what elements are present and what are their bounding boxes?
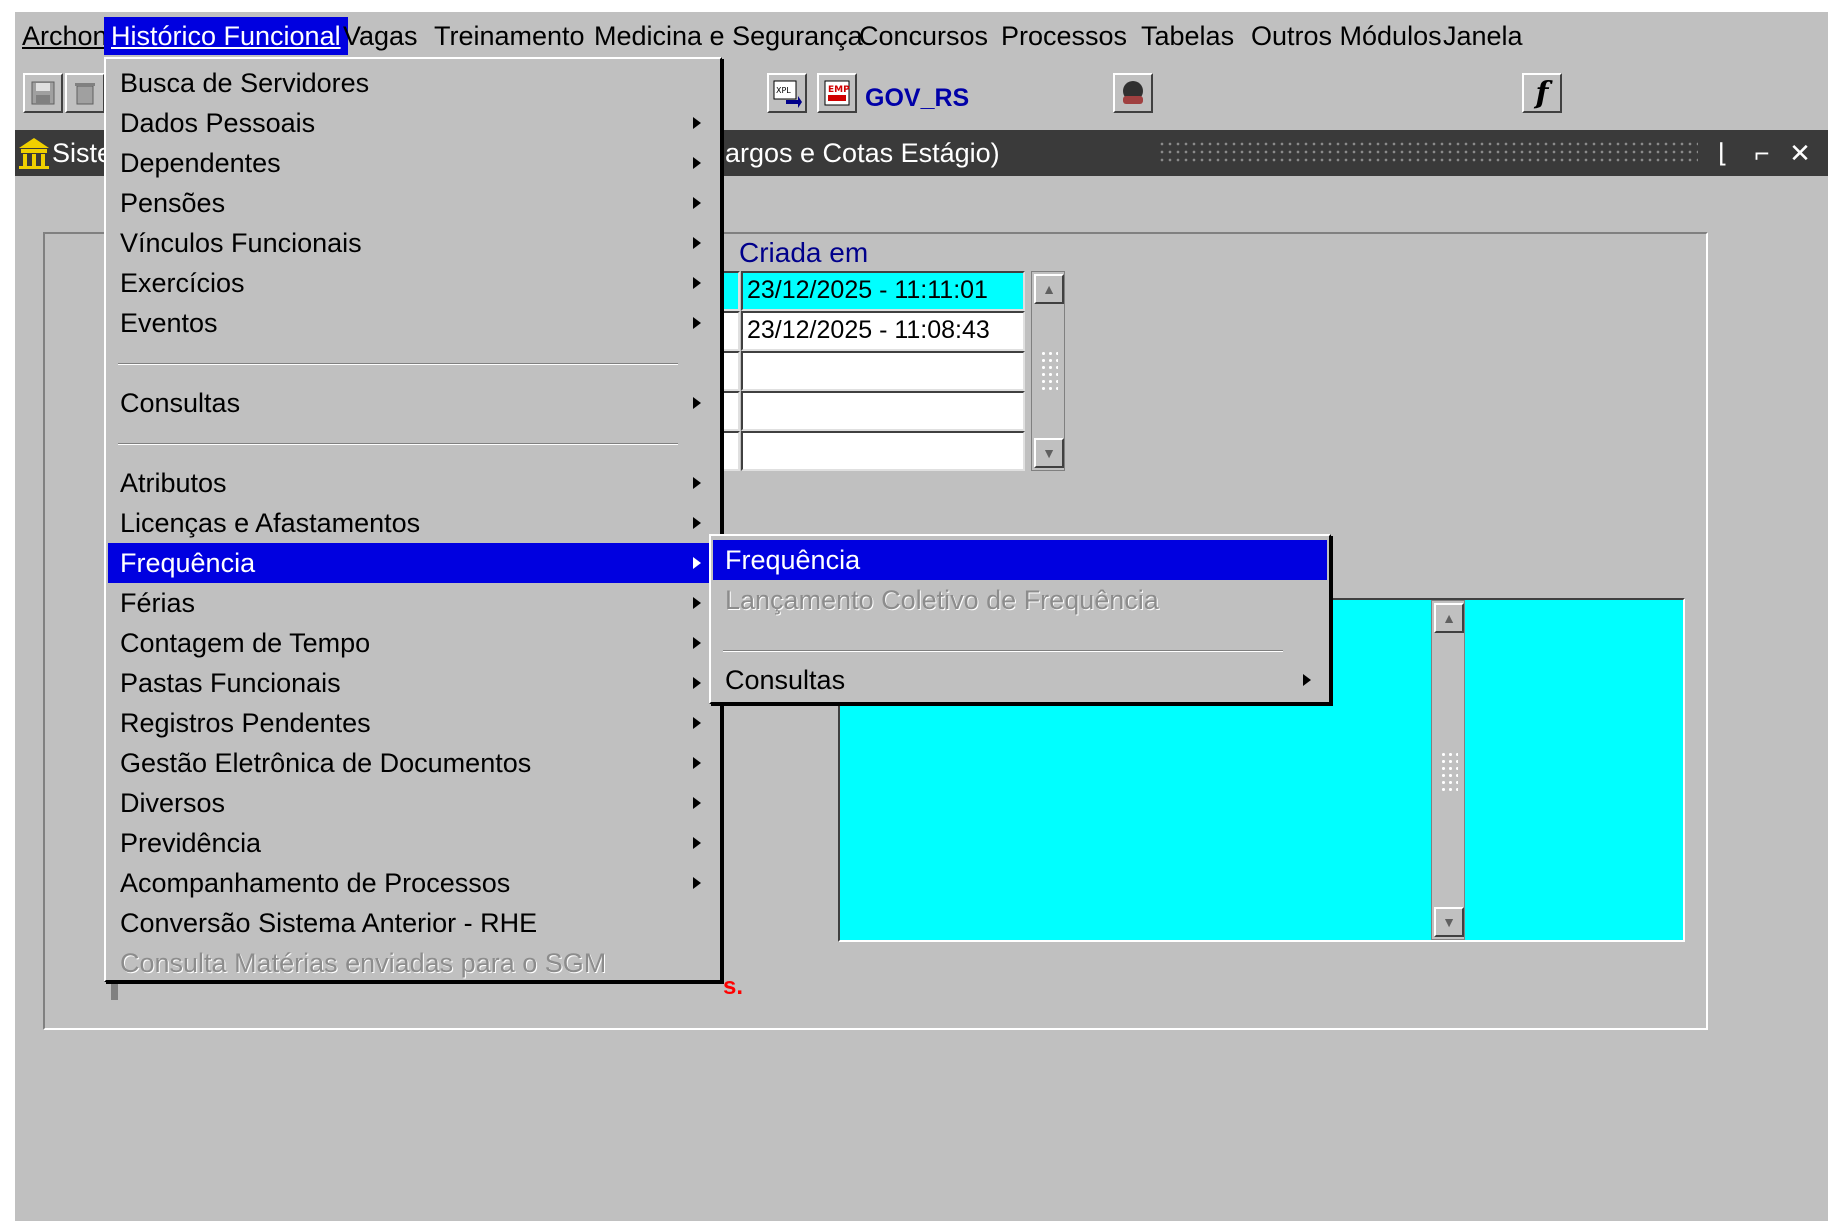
submenu-item-frequencia[interactable]: Frequência [713, 540, 1327, 580]
employer-button[interactable]: EMP [817, 73, 857, 113]
row2-prev-field[interactable] [720, 311, 740, 351]
menu-historico-funcional[interactable]: Histórico Funcional [104, 17, 348, 55]
text-area-scrollbar[interactable]: ▲ ▼ [1431, 600, 1465, 940]
text-scroll-grip[interactable] [1440, 751, 1458, 795]
frequencia-submenu: Frequência Lançamento Coletivo de Frequê… [709, 534, 1331, 704]
restore-window-button[interactable]: ⌐ [1747, 136, 1777, 170]
menu-vagas[interactable]: Vagas [336, 17, 425, 55]
menu-item-acompanhamento-de-processos[interactable]: Acompanhamento de Processos [108, 863, 718, 903]
save-button[interactable] [23, 73, 63, 113]
menu-separator [118, 363, 678, 365]
scroll-grip[interactable] [1040, 350, 1058, 394]
historico-funcional-dropdown: Busca de Servidores Dados Pessoais Depen… [104, 57, 722, 982]
created-field-row-3[interactable] [741, 351, 1025, 391]
menu-bar: Archon Histórico Funcional Vagas Treinam… [15, 12, 1828, 60]
application-window: Archon Histórico Funcional Vagas Treinam… [15, 12, 1828, 1221]
window-title-right: argos e Cotas Estágio) [725, 138, 1000, 168]
function-button[interactable]: f [1522, 73, 1562, 113]
menu-item-consultas[interactable]: Consultas [108, 383, 718, 423]
menu-item-atributos[interactable]: Atributos [108, 463, 718, 503]
menu-treinamento[interactable]: Treinamento [427, 17, 592, 55]
menu-item-pastas-funcionais[interactable]: Pastas Funcionais [108, 663, 718, 703]
menu-item-pensoes[interactable]: Pensões [108, 183, 718, 223]
records-scrollbar[interactable]: ▲ ▼ [1031, 271, 1065, 471]
menu-separator [118, 443, 678, 445]
svg-text:XPL: XPL [776, 86, 791, 95]
window-app-icon [17, 136, 51, 177]
menu-tabelas[interactable]: Tabelas [1134, 17, 1241, 55]
delete-icon [75, 83, 95, 105]
submenu-item-consultas[interactable]: Consultas [713, 660, 1327, 700]
menu-item-exercicios[interactable]: Exercícios [108, 263, 718, 303]
row3-prev-field[interactable] [720, 351, 740, 391]
row1-prev-field[interactable] [720, 271, 740, 311]
created-field-row-5[interactable] [741, 431, 1025, 471]
menu-item-registros-pendentes[interactable]: Registros Pendentes [108, 703, 718, 743]
menu-outros-modulos[interactable]: Outros Módulos [1244, 17, 1449, 55]
delete-button[interactable] [65, 73, 105, 113]
close-window-button[interactable]: ✕ [1785, 136, 1815, 170]
created-column-label: Criada em [739, 237, 869, 268]
menu-item-dados-pessoais[interactable]: Dados Pessoais [108, 103, 718, 143]
menu-item-licencas-e-afastamentos[interactable]: Licenças e Afastamentos [108, 503, 718, 543]
alert-text: s. [723, 973, 744, 1000]
menu-processos[interactable]: Processos [994, 17, 1134, 55]
title-bar-pattern [1158, 140, 1698, 166]
submenu-separator [723, 650, 1283, 652]
save-icon [31, 81, 55, 105]
menu-item-vinculos-funcionais[interactable]: Vínculos Funcionais [108, 223, 718, 263]
menu-archon[interactable]: Archon [15, 17, 115, 55]
menu-item-dependentes[interactable]: Dependentes [108, 143, 718, 183]
user-icon [1123, 81, 1143, 104]
menu-item-frequencia[interactable]: Frequência [108, 543, 718, 583]
created-field-row-4[interactable] [741, 391, 1025, 431]
menu-item-ferias[interactable]: Férias [108, 583, 718, 623]
submenu-item-lancamento-coletivo[interactable]: Lançamento Coletivo de Frequência [713, 580, 1327, 620]
row4-prev-field[interactable] [720, 391, 740, 431]
menu-item-consulta-materias-sgm[interactable]: Consulta Matérias enviadas para o SGM [108, 943, 718, 983]
created-field-row-2[interactable]: 23/12/2025 - 11:08:43 [741, 311, 1025, 351]
text-scroll-down-arrow-icon[interactable]: ▼ [1434, 907, 1464, 937]
menu-item-eventos[interactable]: Eventos [108, 303, 718, 343]
created-field-row-1[interactable]: 23/12/2025 - 11:11:01 [741, 271, 1025, 311]
menu-item-busca-de-servidores[interactable]: Busca de Servidores [108, 63, 718, 103]
row5-prev-field[interactable] [720, 431, 740, 471]
excel-export-icon: XPL [773, 80, 802, 108]
menu-item-diversos[interactable]: Diversos [108, 783, 718, 823]
menu-item-previdencia[interactable]: Previdência [108, 823, 718, 863]
excel-export-button[interactable]: XPL [767, 73, 807, 113]
menu-concursos[interactable]: Concursos [852, 17, 995, 55]
org-label: GOV_RS [865, 84, 970, 112]
text-scroll-up-arrow-icon[interactable]: ▲ [1434, 603, 1464, 633]
function-icon: f [1535, 75, 1549, 111]
menu-item-contagem-de-tempo[interactable]: Contagem de Tempo [108, 623, 718, 663]
scroll-down-arrow-icon[interactable]: ▼ [1034, 438, 1064, 468]
scroll-up-arrow-icon[interactable]: ▲ [1034, 274, 1064, 304]
menu-item-gestao-eletronica-de-documentos[interactable]: Gestão Eletrônica de Documentos [108, 743, 718, 783]
minimize-window-button[interactable]: ⌊ [1708, 136, 1738, 170]
menu-item-conversao-sistema-anterior[interactable]: Conversão Sistema Anterior - RHE [108, 903, 718, 943]
menu-janela[interactable]: Janela [1436, 17, 1530, 55]
menu-medicina-e-seguranca[interactable]: Medicina e Segurança [587, 17, 870, 55]
svg-text:EMP: EMP [828, 85, 850, 95]
employer-icon: EMP [824, 80, 850, 106]
user-button[interactable] [1113, 73, 1153, 113]
